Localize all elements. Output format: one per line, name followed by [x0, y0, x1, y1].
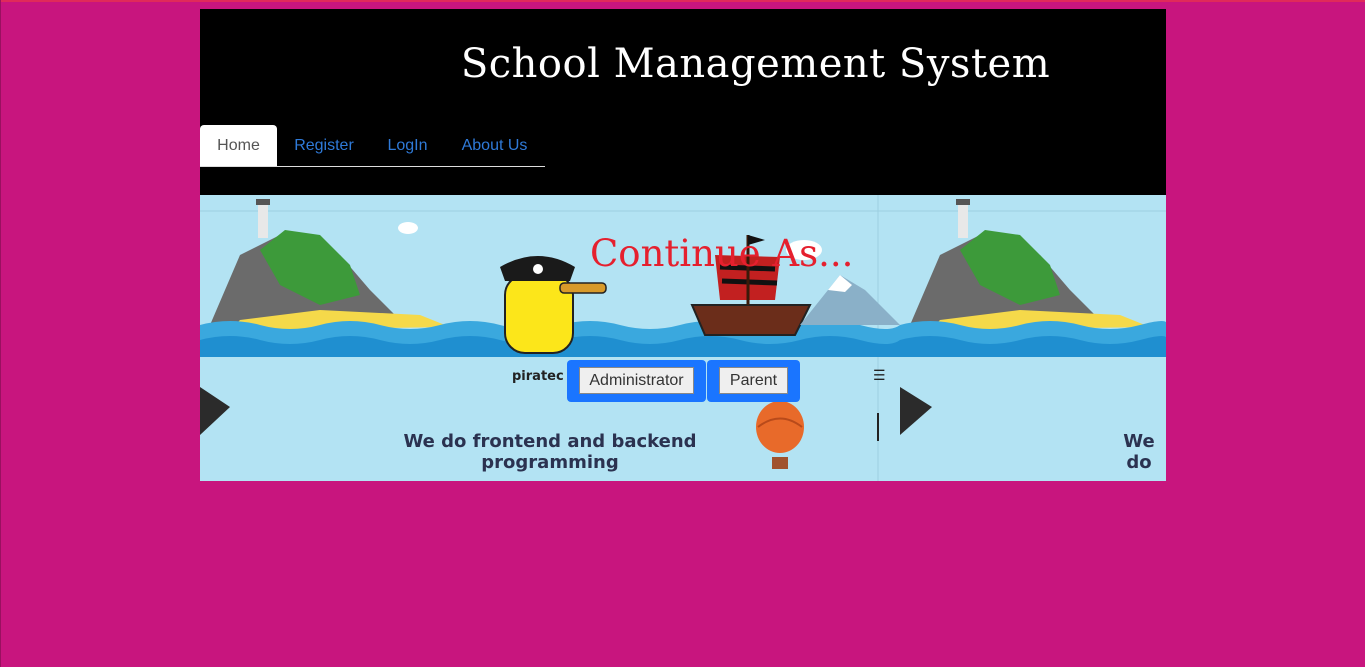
hot-air-balloon-illustration: [756, 401, 804, 469]
nav-tab-home[interactable]: Home: [200, 125, 277, 166]
nav-tab-register[interactable]: Register: [277, 125, 371, 166]
promo-text-repeat: We do: [1123, 431, 1155, 473]
award-badge-left: [200, 387, 230, 435]
site-header: School Management System Home Register L…: [200, 9, 1166, 195]
island-right-illustration: [910, 199, 1150, 330]
banner-image: piratec ☰ Continue As... We do frontend …: [200, 195, 1166, 481]
top-strip: [0, 0, 1365, 2]
nav-tab-login[interactable]: LogIn: [371, 125, 444, 166]
continue-as-heading: Continue As...: [590, 232, 854, 275]
award-badge-right: [900, 387, 932, 435]
parent-button-wrap: Parent: [707, 360, 800, 402]
administrator-button-wrap: Administrator: [567, 360, 706, 402]
site-title: School Management System: [460, 41, 1051, 87]
island-left-illustration: [210, 199, 450, 330]
promo-text: We do frontend and backend programming: [390, 431, 710, 473]
administrator-button[interactable]: Administrator: [579, 367, 694, 394]
promo-line-2: programming: [481, 452, 619, 473]
left-edge-line: [0, 0, 1, 667]
brand-logo-text: piratec: [512, 369, 564, 384]
nav-tab-about-us[interactable]: About Us: [444, 125, 545, 166]
hamburger-menu-icon: ☰: [873, 367, 886, 383]
parent-button[interactable]: Parent: [719, 367, 788, 394]
page-container: School Management System Home Register L…: [200, 9, 1166, 481]
promo-line-1: We do frontend and backend: [403, 431, 697, 452]
main-nav: Home Register LogIn About Us: [200, 125, 545, 167]
